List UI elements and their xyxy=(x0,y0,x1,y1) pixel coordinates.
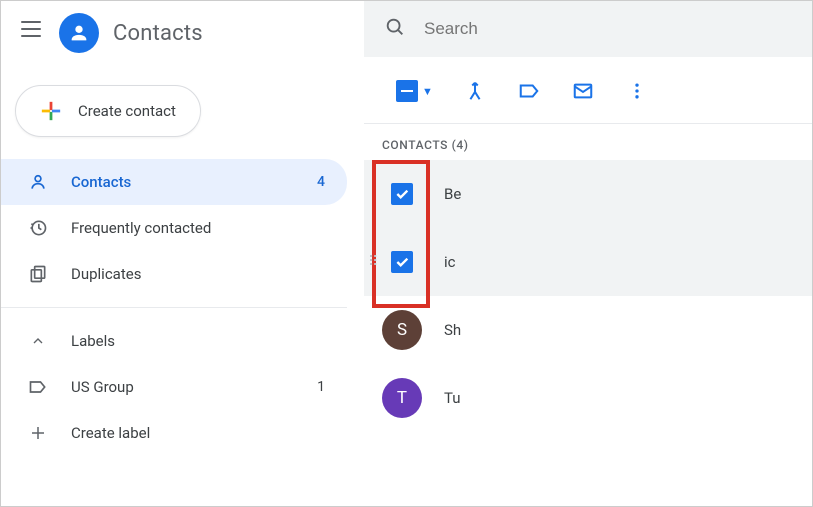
contact-row[interactable]: ⠿ ic xyxy=(364,228,812,296)
chevron-up-icon xyxy=(27,330,49,352)
labels-header-text: Labels xyxy=(71,332,115,350)
label-button[interactable] xyxy=(517,79,541,103)
contact-avatar[interactable]: T xyxy=(382,378,422,418)
dropdown-arrow-icon: ▼ xyxy=(422,85,433,98)
contact-name: Tu xyxy=(444,389,461,407)
contact-row[interactable]: S Sh xyxy=(364,296,812,364)
app-title: Contacts xyxy=(113,21,203,46)
contact-name: Be xyxy=(444,185,461,203)
contact-list: Be ⠿ ic S Sh T Tu xyxy=(364,160,812,432)
create-label[interactable]: Create label xyxy=(1,410,347,456)
contact-row[interactable]: T Tu xyxy=(364,364,812,432)
plus-small-icon xyxy=(27,422,49,444)
nav-frequent[interactable]: Frequently contacted xyxy=(1,205,347,251)
plus-icon xyxy=(40,100,62,122)
contacts-logo xyxy=(59,13,99,53)
search-icon xyxy=(384,16,406,42)
selection-action-bar: ▼ xyxy=(364,57,812,124)
merge-button[interactable] xyxy=(463,79,487,103)
indeterminate-checkbox-icon xyxy=(396,80,418,102)
create-contact-label: Create contact xyxy=(78,102,176,120)
label-icon xyxy=(27,376,49,398)
sidebar: Contacts Create contact Contacts 4 Frequ… xyxy=(1,1,363,506)
labels-toggle[interactable]: Labels xyxy=(1,318,347,364)
nav-contacts[interactable]: Contacts 4 xyxy=(1,159,347,205)
divider xyxy=(1,307,347,308)
avatar-initial: S xyxy=(382,310,422,350)
section-header: CONTACTS (4) xyxy=(364,124,812,160)
contact-avatar[interactable]: S xyxy=(382,310,422,350)
contact-row[interactable]: Be xyxy=(364,160,812,228)
search-input[interactable] xyxy=(424,19,792,39)
contact-name: Sh xyxy=(444,321,461,339)
more-actions-button[interactable] xyxy=(625,79,649,103)
create-contact-button[interactable]: Create contact xyxy=(15,85,201,137)
history-icon xyxy=(27,217,49,239)
label-item[interactable]: US Group 1 xyxy=(1,364,347,410)
create-label-text: Create label xyxy=(71,424,150,442)
person-icon xyxy=(27,171,49,193)
main-menu-button[interactable] xyxy=(21,21,45,45)
app-header: Contacts xyxy=(1,9,363,67)
label-name: US Group xyxy=(71,378,134,396)
checkmark-icon xyxy=(391,183,413,205)
main-panel: ▼ CONTACTS (4) Be ⠿ ic S Sh T Tu xyxy=(363,1,812,506)
nav-label: Contacts xyxy=(71,173,131,191)
drag-handle-icon[interactable]: ⠿ xyxy=(368,259,379,266)
avatar-initial: T xyxy=(382,378,422,418)
email-button[interactable] xyxy=(571,79,595,103)
copy-icon xyxy=(27,263,49,285)
nav-label: Duplicates xyxy=(71,265,141,283)
nav-duplicates[interactable]: Duplicates xyxy=(1,251,347,297)
checkmark-icon xyxy=(391,251,413,273)
sidebar-nav: Contacts 4 Frequently contacted Duplicat… xyxy=(1,157,363,456)
contact-checkbox[interactable]: ⠿ xyxy=(382,251,422,273)
nav-count: 4 xyxy=(317,174,325,190)
contact-checkbox[interactable] xyxy=(382,183,422,205)
contact-name: ic xyxy=(444,253,456,271)
search-bar[interactable] xyxy=(364,1,812,57)
label-count: 1 xyxy=(317,379,325,395)
selection-dropdown[interactable]: ▼ xyxy=(396,80,433,102)
nav-label: Frequently contacted xyxy=(71,219,211,237)
